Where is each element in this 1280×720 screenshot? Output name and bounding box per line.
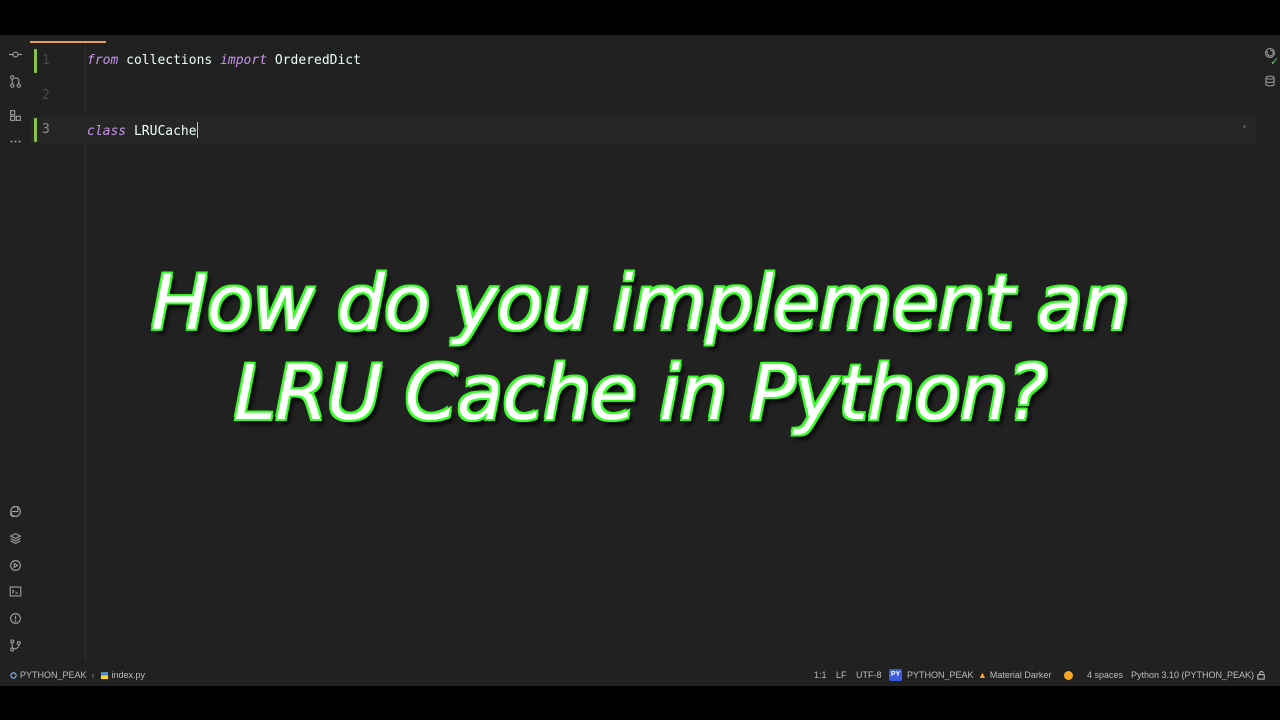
code-text: from collections import OrderedDict <box>87 53 361 68</box>
line-number: 1 <box>42 53 50 68</box>
indent-setting[interactable]: 4 spaces <box>1087 668 1123 682</box>
breadcrumb-file[interactable]: index.py <box>112 668 146 682</box>
problems-icon[interactable] <box>6 609 24 627</box>
run-icon[interactable] <box>6 556 24 574</box>
identifier-token: collections <box>118 53 221 68</box>
more-icon[interactable] <box>6 132 24 150</box>
title-line-2: LRU Cache in Python? <box>233 348 1048 437</box>
structure-icon[interactable] <box>6 106 24 124</box>
python-file-icon <box>100 671 109 680</box>
video-title-overlay: How do you implement an LRU Cache in Pyt… <box>0 258 1280 438</box>
python-badge-icon: PY <box>889 669 902 681</box>
status-dot-icon <box>1064 670 1073 680</box>
theme-label: Material Darker <box>989 670 1052 680</box>
line-number: 2 <box>42 88 50 103</box>
breadcrumb: PYTHON_PEAK › index.py <box>10 668 145 682</box>
python-packages-icon[interactable] <box>6 502 24 520</box>
status-indicator[interactable] <box>1064 668 1073 682</box>
commit-icon[interactable] <box>6 45 24 63</box>
caret-position[interactable]: 1:1 <box>814 668 827 682</box>
pull-requests-icon[interactable] <box>6 72 24 90</box>
identifier-token: OrderedDict <box>267 53 361 68</box>
interpreter-project[interactable]: PY PYTHON_PEAK <box>889 668 974 682</box>
layers-icon[interactable] <box>6 529 24 547</box>
code-line-3[interactable]: 3 class LRUCache <box>30 117 1256 143</box>
interpreter-project-label: PYTHON_PEAK <box>907 670 974 680</box>
keyword-token: from <box>87 53 119 68</box>
project-icon <box>10 671 17 679</box>
code-text: class LRUCache <box>87 122 198 139</box>
keyword-token: class <box>87 124 127 139</box>
line-number: 3 <box>42 122 50 137</box>
status-bar: PYTHON_PEAK › index.py 1:1 LF UTF-8 PY P… <box>0 662 1280 686</box>
breadcrumb-separator-icon: › <box>91 670 95 680</box>
code-line-2[interactable]: 2 <box>30 83 1256 109</box>
database-icon[interactable] <box>1262 73 1278 89</box>
title-line-1: How do you implement an <box>150 258 1131 347</box>
theme-icon: ▲ <box>978 670 987 680</box>
breadcrumb-project[interactable]: PYTHON_PEAK <box>20 668 87 682</box>
theme-widget[interactable]: ▲ Material Darker <box>978 668 1051 682</box>
file-encoding[interactable]: UTF-8 <box>856 668 882 682</box>
git-icon[interactable] <box>6 636 24 654</box>
python-interpreter[interactable]: Python 3.10 (PYTHON_PEAK) <box>1131 668 1254 682</box>
inspection-ok-icon[interactable]: ✓ <box>1270 55 1279 68</box>
change-marker[interactable] <box>34 118 37 142</box>
line-separator[interactable]: LF <box>836 668 847 682</box>
change-marker[interactable] <box>34 49 37 73</box>
identifier-token: LRUCache <box>126 124 197 139</box>
keyword-token: import <box>220 53 268 68</box>
terminal-icon[interactable] <box>6 582 24 600</box>
line-end-marker <box>1243 125 1246 128</box>
code-line-1[interactable]: 1 from collections import OrderedDict <box>30 48 1256 74</box>
text-cursor <box>196 122 198 138</box>
lock-icon[interactable] <box>1257 668 1266 682</box>
